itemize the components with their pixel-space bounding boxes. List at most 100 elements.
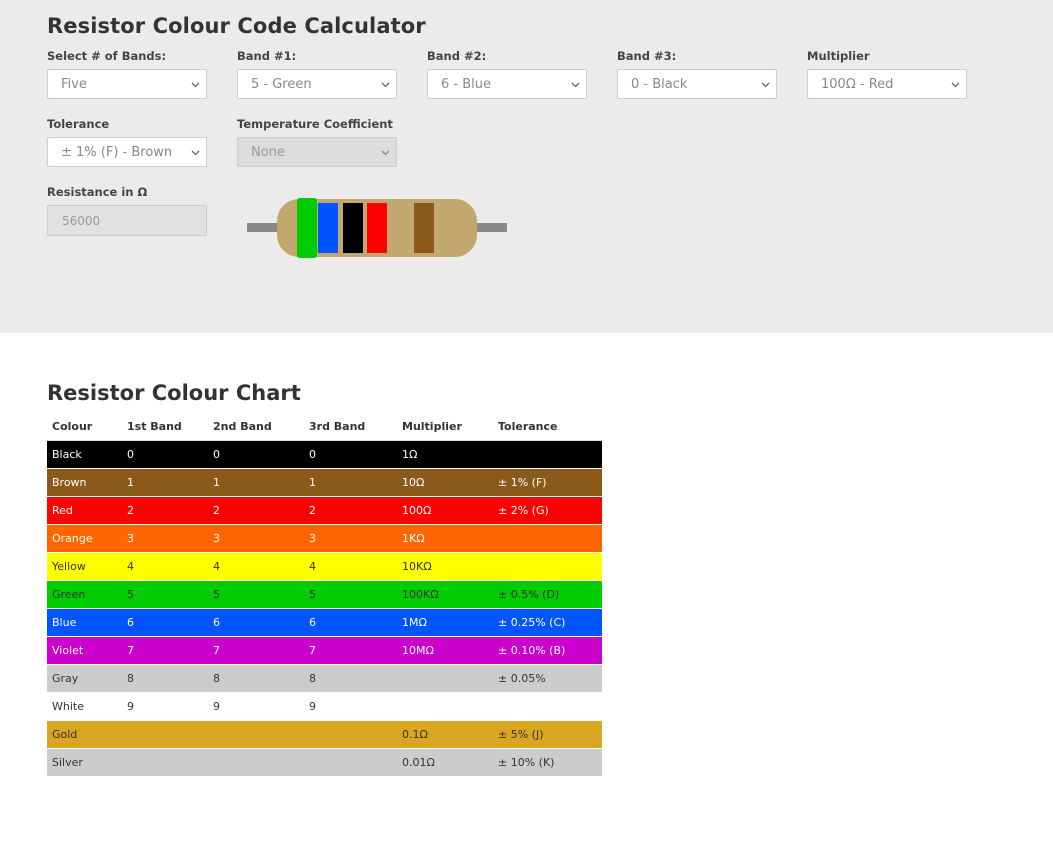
cell-tolerance: ± 0.5% (D) [493, 580, 602, 609]
tempco-select-value: None [251, 145, 285, 160]
cell-colour: Red [47, 496, 122, 525]
cell-1st-band: 8 [122, 664, 208, 693]
cell-1st-band: 1 [122, 468, 208, 497]
resistor-band-5 [414, 203, 434, 253]
cell-2nd-band: 9 [208, 692, 304, 721]
cell-multiplier: 1KΩ [397, 524, 493, 553]
cell-tolerance: ± 0.05% [493, 664, 602, 693]
cell-1st-band: 5 [122, 580, 208, 609]
cell-colour: Black [47, 440, 122, 469]
header-multiplier: Multiplier [397, 413, 493, 441]
bands-select-value: Five [61, 77, 87, 92]
cell-2nd-band: 0 [208, 440, 304, 469]
cell-2nd-band: 8 [208, 664, 304, 693]
cell-colour: Silver [47, 748, 122, 777]
band3-select[interactable]: 0 - Black [617, 69, 777, 99]
cell-tolerance: ± 0.25% (C) [493, 608, 602, 637]
cell-2nd-band: 3 [208, 524, 304, 553]
cell-2nd-band [208, 748, 304, 777]
header-1st-band: 1st Band [122, 413, 208, 441]
chevron-down-icon [951, 80, 960, 89]
cell-tolerance [493, 524, 602, 553]
band2-select[interactable]: 6 - Blue [427, 69, 587, 99]
resistor-band-3 [343, 203, 363, 253]
table-row: Red 2 2 2 100Ω ± 2% (G) [47, 496, 602, 525]
cell-multiplier: 10KΩ [397, 552, 493, 581]
resistance-value: 56000 [62, 214, 101, 228]
cell-2nd-band: 7 [208, 636, 304, 665]
chevron-down-icon [571, 80, 580, 89]
tempco-label: Temperature Coefficient [237, 117, 393, 131]
tolerance-select[interactable]: ± 1% (F) - Brown [47, 137, 207, 167]
cell-multiplier: 0.1Ω [397, 720, 493, 749]
resistor-lead-right [475, 223, 507, 232]
cell-3rd-band: 4 [304, 552, 397, 581]
header-2nd-band: 2nd Band [208, 413, 304, 441]
cell-multiplier: 1Ω [397, 440, 493, 469]
tolerance-field: Tolerance ± 1% (F) - Brown [47, 116, 207, 167]
bands-label: Select # of Bands: [47, 49, 167, 63]
table-row: White 9 9 9 [47, 692, 602, 721]
table-row: Violet 7 7 7 10MΩ ± 0.10% (B) [47, 636, 602, 665]
cell-colour: Blue [47, 608, 122, 637]
table-row: Brown 1 1 1 10Ω ± 1% (F) [47, 468, 602, 497]
cell-colour: Yellow [47, 552, 122, 581]
cell-2nd-band [208, 720, 304, 749]
cell-3rd-band: 7 [304, 636, 397, 665]
cell-tolerance: ± 2% (G) [493, 496, 602, 525]
resistor-colour-chart: Colour 1st Band 2nd Band 3rd Band Multip… [47, 413, 602, 777]
cell-3rd-band [304, 720, 397, 749]
cell-1st-band: 3 [122, 524, 208, 553]
cell-2nd-band: 4 [208, 552, 304, 581]
cell-3rd-band: 6 [304, 608, 397, 637]
cell-tolerance [493, 552, 602, 581]
resistor-lead-left [247, 223, 279, 232]
cell-tolerance [493, 440, 602, 469]
tolerance-select-value: ± 1% (F) - Brown [61, 145, 173, 160]
cell-3rd-band: 3 [304, 524, 397, 553]
multiplier-select[interactable]: 100Ω - Red [807, 69, 967, 99]
bands-select[interactable]: Five [47, 69, 207, 99]
tempco-select[interactable]: None [237, 137, 397, 167]
cell-1st-band [122, 748, 208, 777]
chart-title: Resistor Colour Chart [47, 381, 301, 405]
cell-1st-band: 7 [122, 636, 208, 665]
table-row: Gold 0.1Ω ± 5% (J) [47, 720, 602, 749]
chevron-down-icon [381, 80, 390, 89]
bands-field: Select # of Bands: Five [47, 48, 207, 99]
table-row: Black 0 0 0 1Ω [47, 440, 602, 469]
table-row: Green 5 5 5 100KΩ ± 0.5% (D) [47, 580, 602, 609]
cell-3rd-band: 2 [304, 496, 397, 525]
table-row: Yellow 4 4 4 10KΩ [47, 552, 602, 581]
cell-colour: Green [47, 580, 122, 609]
tempco-field: Temperature Coefficient None [237, 116, 397, 167]
band1-select[interactable]: 5 - Green [237, 69, 397, 99]
band1-select-value: 5 - Green [251, 77, 312, 92]
cell-1st-band: 2 [122, 496, 208, 525]
cell-colour: White [47, 692, 122, 721]
cell-tolerance: ± 5% (J) [493, 720, 602, 749]
cell-colour: Violet [47, 636, 122, 665]
multiplier-field: Multiplier 100Ω - Red [807, 48, 967, 99]
resistor-band-4 [367, 203, 387, 253]
cell-multiplier [397, 692, 493, 721]
cell-3rd-band: 1 [304, 468, 397, 497]
cell-2nd-band: 5 [208, 580, 304, 609]
cell-3rd-band: 5 [304, 580, 397, 609]
resistance-label: Resistance in Ω [47, 185, 148, 199]
cell-multiplier: 0.01Ω [397, 748, 493, 777]
band1-label: Band #1: [237, 49, 297, 63]
cell-3rd-band: 8 [304, 664, 397, 693]
cell-multiplier: 10Ω [397, 468, 493, 497]
cell-tolerance: ± 0.10% (B) [493, 636, 602, 665]
chevron-down-icon [191, 80, 200, 89]
resistor-band-2 [318, 203, 338, 253]
band3-field: Band #3: 0 - Black [617, 48, 777, 99]
tolerance-label: Tolerance [47, 117, 110, 131]
table-row: Gray 8 8 8 ± 0.05% [47, 664, 602, 693]
cell-colour: Gray [47, 664, 122, 693]
cell-multiplier [397, 664, 493, 693]
resistance-output: 56000 [47, 205, 207, 236]
band2-field: Band #2: 6 - Blue [427, 48, 587, 99]
chevron-down-icon [381, 148, 390, 157]
